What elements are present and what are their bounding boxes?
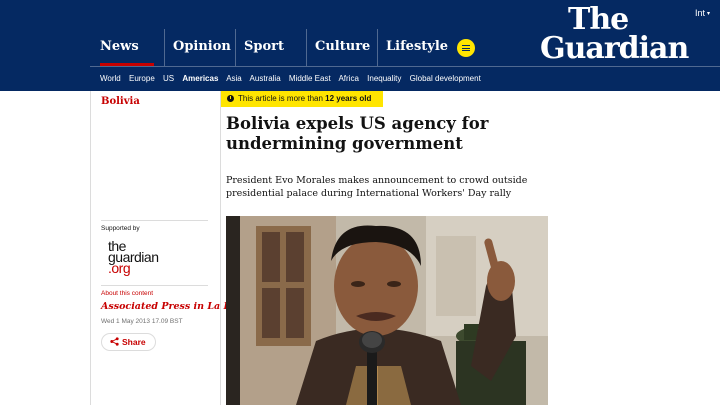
article-main-photo[interactable] (226, 216, 548, 405)
byline[interactable]: Associated Press in La Paz (101, 301, 242, 312)
subnav-inequality[interactable]: Inequality (367, 74, 401, 83)
pillar-opinion-label[interactable]: Opinion (173, 39, 231, 54)
share-button[interactable]: Share (101, 333, 156, 351)
subnav-africa[interactable]: Africa (338, 74, 358, 83)
age-warning-banner: This article is more than 12 years old (221, 91, 383, 107)
meta-divider-2 (101, 285, 208, 286)
subnav-world[interactable]: World (100, 74, 121, 83)
supported-by-label: Supported by (101, 225, 140, 232)
publish-date: Wed 1 May 2013 17.09 BST (101, 318, 183, 325)
logo-line-2[interactable]: Guardian (540, 33, 689, 65)
pillar-lifestyle-label[interactable]: Lifestyle (386, 39, 448, 54)
pillar-sport[interactable]: Sport (235, 29, 306, 66)
pillar-opinion[interactable]: Opinion (164, 29, 235, 66)
headline: Bolivia expels US agency for undermining… (226, 114, 489, 153)
pillar-culture[interactable]: Culture (306, 29, 377, 66)
column-divider (220, 91, 221, 405)
menu-icon[interactable] (462, 45, 470, 53)
menu-button[interactable] (457, 39, 475, 57)
share-icon[interactable] (110, 337, 119, 346)
pillar-news[interactable]: News (90, 29, 164, 66)
standfirst: President Evo Morales makes announcement… (226, 175, 528, 199)
subnav-australia[interactable]: Australia (250, 74, 281, 83)
section-label[interactable]: Bolivia (101, 96, 140, 107)
masthead: Int ▾ The Guardian News Opinion Sport Cul… (0, 0, 720, 91)
subnav: World Europe US Americas Asia Australia … (100, 74, 487, 86)
pillar-sport-label[interactable]: Sport (244, 39, 284, 54)
subnav-europe[interactable]: Europe (129, 74, 155, 83)
subnav-middle-east[interactable]: Middle East (289, 74, 331, 83)
photo-illustration (226, 216, 548, 405)
about-content-link[interactable]: About this content (101, 290, 153, 297)
clock-icon (227, 95, 234, 102)
pillar-culture-label[interactable]: Culture (315, 39, 370, 54)
left-column-rule (90, 91, 91, 405)
pillar-lifestyle[interactable]: Lifestyle (377, 29, 451, 66)
guardian-logo[interactable]: The Guardian (540, 4, 712, 66)
meta-divider-1 (101, 220, 208, 221)
share-label[interactable]: Share (122, 337, 146, 347)
guardian-org-logo[interactable]: the guardian .org (108, 239, 159, 275)
pillar-news-label[interactable]: News (100, 39, 139, 54)
age-warning-emphasis: 12 years old (325, 94, 372, 103)
subnav-asia[interactable]: Asia (226, 74, 242, 83)
subnav-us[interactable]: US (163, 74, 174, 83)
subnav-divider (90, 66, 720, 67)
subnav-americas[interactable]: Americas (182, 74, 218, 83)
subnav-global-development[interactable]: Global development (410, 74, 481, 83)
age-warning-text: This article is more than (238, 94, 326, 103)
